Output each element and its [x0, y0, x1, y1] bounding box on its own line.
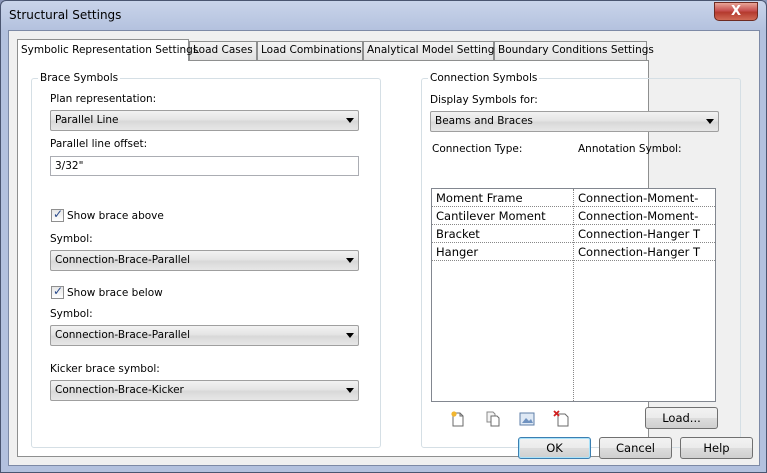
connection-type-cell: Bracket: [436, 227, 480, 241]
title-bar[interactable]: Structural Settings X: [1, 1, 766, 29]
edit-symbol-button[interactable]: [518, 410, 536, 428]
duplicate-symbol-button[interactable]: [484, 410, 502, 428]
parallel-offset-value: 3/32": [55, 160, 84, 172]
parallel-offset-label: Parallel line offset:: [50, 138, 148, 150]
annotation-symbol-cell: Connection-Hanger T: [578, 245, 700, 259]
symbol-above-dropdown[interactable]: Connection-Brace-Parallel: [50, 250, 359, 271]
symbol-below-label: Symbol:: [50, 308, 93, 320]
structural-settings-window: Structural Settings X Symbolic Represent…: [0, 0, 767, 473]
display-symbols-for-dropdown[interactable]: Beams and Braces: [430, 111, 719, 132]
chevron-down-icon: [346, 388, 354, 393]
connection-type-cell: Cantilever Moment: [436, 209, 546, 223]
image-edit-icon: [519, 412, 535, 426]
annotation-symbol-cell: Connection-Moment-: [578, 191, 699, 205]
chevron-down-icon: [346, 333, 354, 338]
display-symbols-for-label: Display Symbols for:: [430, 94, 538, 106]
load-button[interactable]: Load...: [645, 407, 718, 429]
ok-button[interactable]: OK: [518, 437, 591, 459]
plan-representation-value: Parallel Line: [55, 114, 119, 126]
symbol-above-value: Connection-Brace-Parallel: [55, 254, 191, 266]
tab-load-cases[interactable]: Load Cases: [189, 41, 257, 60]
help-button[interactable]: Help: [680, 437, 753, 459]
show-brace-above-checkbox[interactable]: [51, 207, 64, 222]
connection-type-header: Connection Type:: [432, 143, 523, 155]
new-symbol-button[interactable]: [449, 410, 467, 428]
chevron-down-icon: [706, 119, 714, 124]
display-symbols-for-value: Beams and Braces: [435, 115, 533, 127]
connection-symbols-list[interactable]: Moment Frame Connection-Moment- Cantilev…: [431, 188, 716, 402]
new-document-icon: [451, 411, 464, 427]
connection-type-cell: Hanger: [436, 245, 479, 259]
show-brace-below-label: Show brace below: [67, 287, 163, 299]
plan-representation-dropdown[interactable]: Parallel Line: [50, 110, 359, 131]
symbol-below-dropdown[interactable]: Connection-Brace-Parallel: [50, 325, 359, 346]
tab-load-combinations[interactable]: Load Combinations: [257, 41, 363, 60]
kicker-brace-dropdown[interactable]: Connection-Brace-Kicker: [50, 380, 359, 401]
tab-analytical-model-settings[interactable]: Analytical Model Settings: [363, 41, 500, 60]
kicker-brace-label: Kicker brace symbol:: [50, 363, 160, 375]
list-item[interactable]: Hanger Connection-Hanger T: [432, 243, 715, 261]
plan-representation-label: Plan representation:: [50, 93, 157, 105]
annotation-symbol-header: Annotation Symbol:: [578, 143, 682, 155]
window-title: Structural Settings: [9, 8, 122, 22]
tab-boundary-conditions-settings[interactable]: Boundary Conditions Settings: [494, 41, 654, 60]
cancel-button[interactable]: Cancel: [599, 437, 672, 459]
annotation-symbol-cell: Connection-Hanger T: [578, 227, 700, 241]
connection-symbols-label: Connection Symbols: [428, 72, 540, 84]
dialog-client-area: Symbolic Representation Settings Load Ca…: [8, 30, 760, 466]
tab-symbolic-representation-settings[interactable]: Symbolic Representation Settings: [17, 39, 198, 61]
chevron-down-icon: [346, 118, 354, 123]
copy-icon: [486, 411, 500, 427]
delete-symbol-button[interactable]: [553, 410, 571, 428]
show-brace-above-label: Show brace above: [67, 210, 164, 222]
annotation-symbol-cell: Connection-Moment-: [578, 209, 699, 223]
brace-symbols-label: Brace Symbols: [38, 72, 121, 84]
close-button[interactable]: X: [714, 2, 758, 21]
chevron-down-icon: [346, 258, 354, 263]
symbol-above-label: Symbol:: [50, 233, 93, 245]
parallel-offset-input[interactable]: 3/32": [50, 156, 359, 176]
symbolic-representation-panel: Brace Symbols Plan representation: Paral…: [17, 60, 741, 457]
connection-type-cell: Moment Frame: [436, 191, 523, 205]
show-brace-below-checkbox[interactable]: [51, 284, 64, 299]
list-item[interactable]: Moment Frame Connection-Moment-: [432, 189, 715, 207]
list-item[interactable]: Bracket Connection-Hanger T: [432, 225, 715, 243]
kicker-brace-value: Connection-Brace-Kicker: [55, 384, 184, 396]
brace-symbols-group: Brace Symbols Plan representation: Paral…: [31, 72, 381, 448]
symbol-below-value: Connection-Brace-Parallel: [55, 329, 191, 341]
list-item[interactable]: Cantilever Moment Connection-Moment-: [432, 207, 715, 225]
delete-document-icon: [553, 410, 569, 427]
